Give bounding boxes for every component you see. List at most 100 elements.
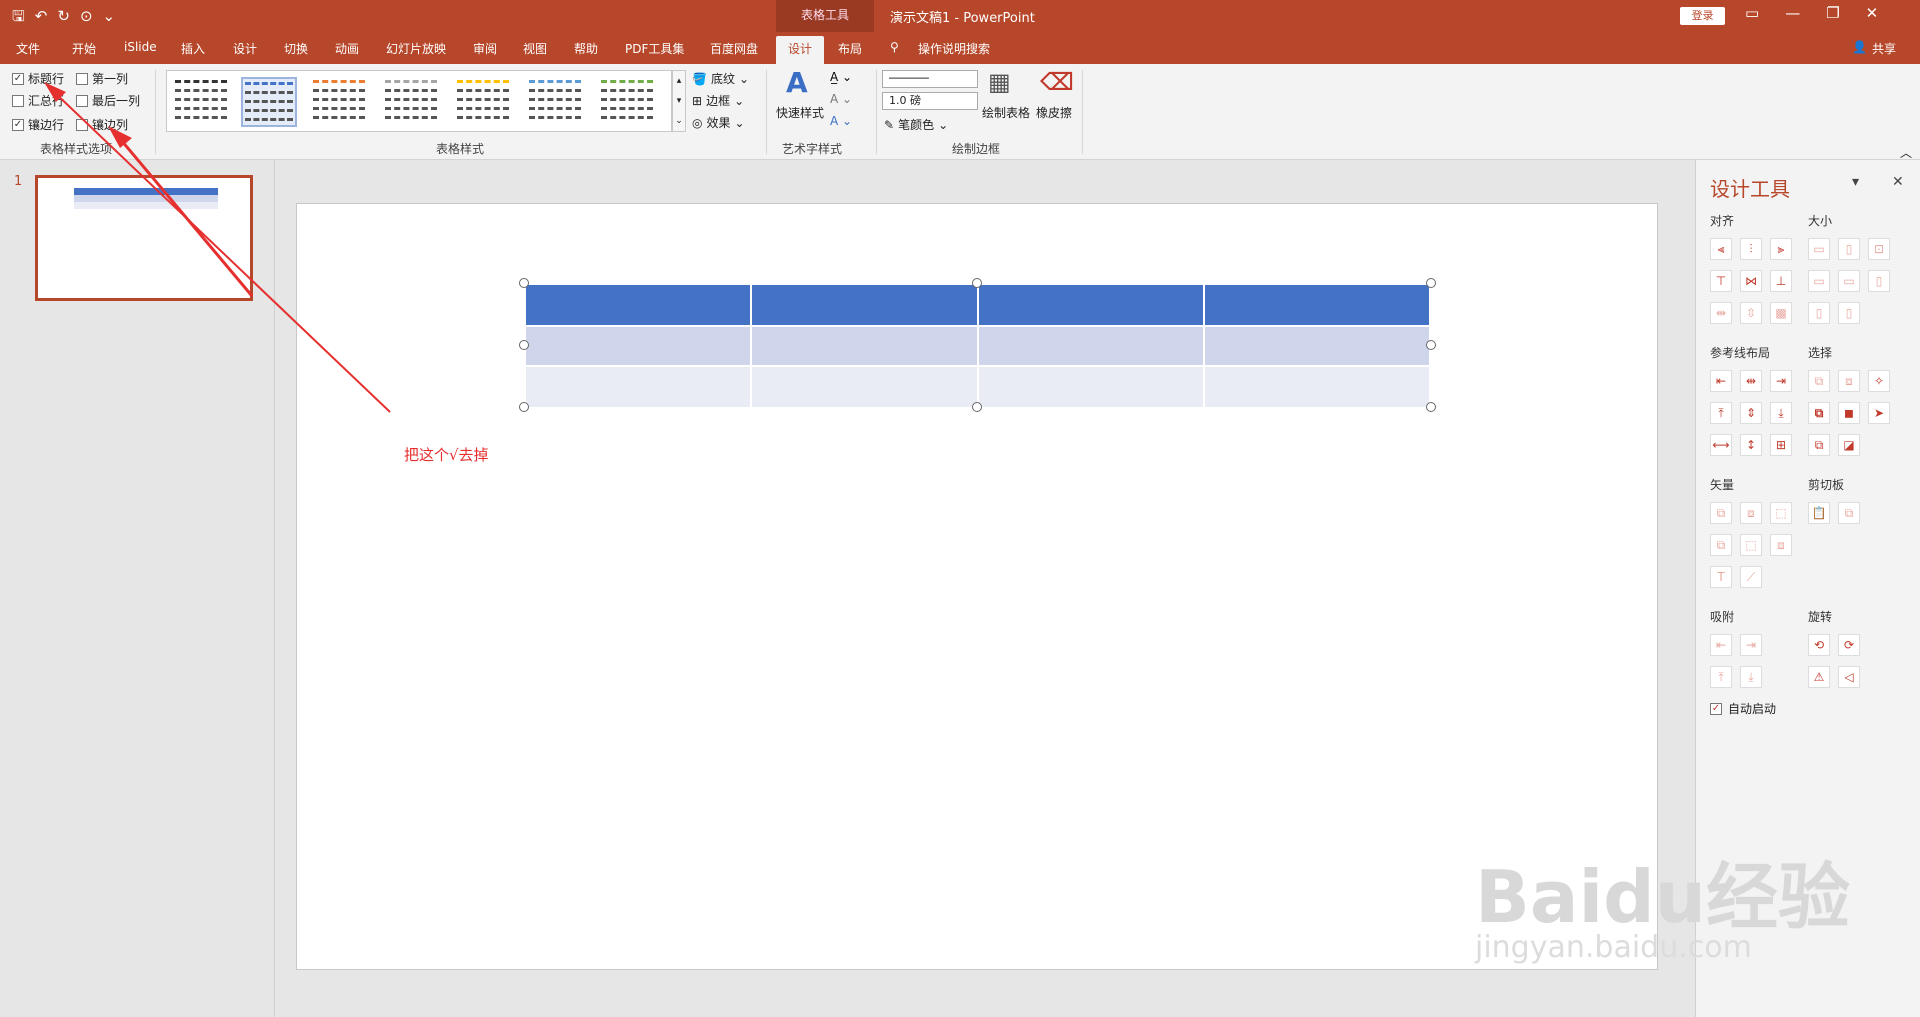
magic-wand-icon[interactable]: ✧ [1868, 370, 1890, 392]
ribbon-display-icon[interactable]: ▭ [1745, 4, 1759, 22]
pane-options-icon[interactable]: ▾ [1852, 174, 1859, 190]
draw-table-button[interactable]: 绘制表格 [982, 104, 1030, 121]
table-cell[interactable] [523, 283, 753, 327]
table-cell[interactable] [1202, 283, 1432, 327]
paste-special-icon[interactable]: ⧉ [1838, 502, 1860, 524]
vector-subtract-icon[interactable]: ⬚ [1740, 534, 1762, 556]
tab-insert[interactable]: 插入 [181, 40, 205, 57]
slide-canvas[interactable] [296, 203, 1658, 970]
vector-combine-icon[interactable]: ⧈ [1740, 502, 1762, 524]
text-fill-icon[interactable]: A̲ ⌄ [830, 70, 852, 84]
tab-review[interactable]: 审阅 [473, 40, 497, 57]
collapse-ribbon-icon[interactable]: ︿ [1900, 144, 1912, 161]
last-column-checkbox[interactable]: 最后一列 [76, 92, 140, 109]
select-cursor-icon[interactable]: ➤ [1868, 402, 1890, 424]
banded-rows-box[interactable]: ✓ [12, 118, 24, 131]
size-fit-icon[interactable]: ▯ [1808, 302, 1830, 324]
first-column-box[interactable] [76, 72, 88, 85]
select-similar-icon[interactable]: ⧈ [1838, 370, 1860, 392]
close-icon[interactable]: ✕ [1866, 4, 1879, 22]
select-group-icon[interactable]: ⧉ [1808, 434, 1830, 456]
grid-align-icon[interactable]: ▩ [1770, 302, 1792, 324]
auto-start-option[interactable]: ✓ 自动启动 [1710, 700, 1776, 717]
guide-left-icon[interactable]: ⇤ [1710, 370, 1732, 392]
tab-pdf-tools[interactable]: PDF工具集 [625, 40, 684, 57]
table-cell[interactable] [523, 365, 753, 409]
vector-intersect-icon[interactable]: ⧉ [1710, 534, 1732, 556]
resize-handle[interactable] [519, 278, 529, 288]
table-cell[interactable] [1202, 365, 1432, 409]
save-icon[interactable]: 🖫 [12, 6, 25, 26]
pen-style-select[interactable]: ────── [882, 70, 978, 88]
vector-split-icon[interactable]: ⧈ [1770, 534, 1792, 556]
present-icon[interactable]: ⊙ [80, 6, 93, 26]
tab-home[interactable]: 开始 [72, 40, 96, 57]
tab-table-layout[interactable]: 布局 [838, 40, 862, 57]
guide-fill-all-icon[interactable]: ⊞ [1770, 434, 1792, 456]
text-effects-icon[interactable]: A ⌄ [830, 114, 852, 128]
resize-handle[interactable] [519, 402, 529, 412]
resize-handle[interactable] [519, 340, 529, 350]
table-cell[interactable] [976, 325, 1205, 367]
resize-handle[interactable] [972, 402, 982, 412]
guide-middle-icon[interactable]: ⇕ [1740, 402, 1762, 424]
size-both-icon[interactable]: ▯ [1868, 270, 1890, 292]
table-cell[interactable] [750, 283, 979, 327]
size-height-icon[interactable]: ▭ [1838, 270, 1860, 292]
tell-me-search[interactable]: 操作说明搜索 [918, 40, 990, 57]
tab-design[interactable]: 设计 [233, 40, 257, 57]
gallery-scroll[interactable]: ▴ ▾ ⌄ [672, 70, 686, 132]
table-style-swatch[interactable] [527, 77, 583, 127]
select-ungroup-icon[interactable]: ◪ [1838, 434, 1860, 456]
table-cell[interactable] [750, 365, 979, 409]
guide-top-icon[interactable]: ⤒ [1710, 402, 1732, 424]
tab-file[interactable]: 文件 [16, 40, 40, 57]
shading-button[interactable]: 🪣 底纹 ⌄ [692, 70, 749, 87]
total-row-box[interactable] [12, 94, 24, 107]
table-cell[interactable] [523, 325, 753, 367]
select-front-icon[interactable]: ⧉ [1808, 402, 1830, 424]
vector-fragment-icon[interactable]: ⬚ [1770, 502, 1792, 524]
table-style-swatch[interactable] [383, 77, 439, 127]
select-back-icon[interactable]: ◼ [1838, 402, 1860, 424]
quick-styles-button[interactable]: 快速样式 [776, 104, 824, 121]
resize-handle[interactable] [1426, 340, 1436, 350]
redo-icon[interactable]: ↻ [57, 6, 70, 26]
login-button[interactable]: 登录 [1680, 7, 1725, 25]
eraser-icon[interactable]: ⌫ [1040, 68, 1074, 96]
quick-styles-icon[interactable]: A [786, 66, 808, 99]
borders-button[interactable]: ⊞ 边框 ⌄ [692, 92, 744, 109]
resize-handle[interactable] [1426, 278, 1436, 288]
banded-rows-checkbox[interactable]: ✓ 镶边行 [12, 116, 64, 133]
table-style-swatch[interactable] [599, 77, 655, 127]
same-height-icon[interactable]: ▯ [1838, 238, 1860, 260]
vector-path-icon[interactable]: ⟋ [1740, 566, 1762, 588]
restore-icon[interactable]: ❐ [1826, 4, 1839, 22]
minimize-icon[interactable]: — [1785, 4, 1800, 22]
auto-start-checkbox[interactable]: ✓ [1710, 702, 1722, 715]
distribute-vertical-icon[interactable]: ⇳ [1740, 302, 1762, 324]
table-cell[interactable] [1202, 325, 1432, 367]
select-same-icon[interactable]: ⧉ [1808, 370, 1830, 392]
size-fill-icon[interactable]: ▯ [1838, 302, 1860, 324]
table-cell[interactable] [976, 365, 1205, 409]
snap-top-icon[interactable]: ⤒ [1710, 666, 1732, 688]
tab-animations[interactable]: 动画 [335, 40, 359, 57]
guide-center-icon[interactable]: ⇹ [1740, 370, 1762, 392]
flip-vertical-icon[interactable]: ⚠ [1808, 666, 1830, 688]
align-center-icon[interactable]: ⫶ [1740, 238, 1762, 260]
first-column-checkbox[interactable]: 第一列 [76, 70, 128, 87]
table-style-swatch[interactable] [311, 77, 367, 127]
resize-handle[interactable] [972, 278, 982, 288]
vector-text-icon[interactable]: T [1710, 566, 1732, 588]
tab-table-design[interactable]: 设计 [776, 36, 825, 64]
rotate-left-icon[interactable]: ⟲ [1808, 634, 1830, 656]
tab-view[interactable]: 视图 [523, 40, 547, 57]
same-size-icon[interactable]: ⊡ [1868, 238, 1890, 260]
slide-thumbnail[interactable] [35, 175, 253, 301]
customize-qat-icon[interactable]: ⌄ [103, 6, 116, 26]
size-width-icon[interactable]: ▭ [1808, 270, 1830, 292]
tab-islide[interactable]: iSlide [124, 40, 157, 54]
undo-icon[interactable]: ↶ [35, 6, 48, 26]
align-top-icon[interactable]: ⊤ [1710, 270, 1732, 292]
